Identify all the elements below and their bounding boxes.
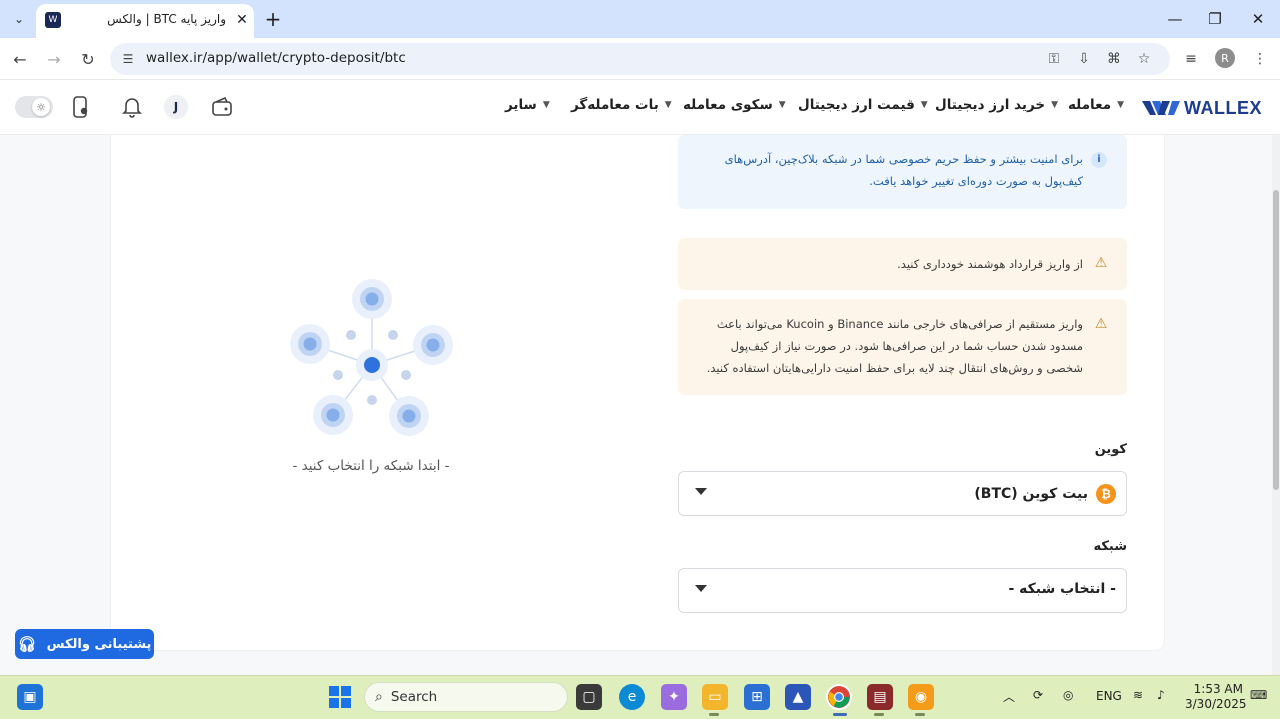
- wallex-logo[interactable]: WALLEX: [1142, 96, 1262, 120]
- clock-date: 3/30/2025: [1185, 697, 1247, 711]
- coin-select-value: ₿ بیت کوین (BTC): [974, 484, 1116, 504]
- chevron-down-icon: ▼: [542, 100, 550, 110]
- menu-trading-platform[interactable]: ▼ سکوی معامله: [683, 97, 786, 113]
- running-indicator: [709, 713, 719, 716]
- network-label: شبکه: [1093, 539, 1127, 554]
- warning-alert-smart-contract: ⚠ از واریز قرارداد هوشمند خودداری کنید.: [678, 238, 1127, 290]
- wallex-logo-text: WALLEX: [1184, 97, 1262, 118]
- menu-other[interactable]: ▼ سایر: [505, 97, 550, 113]
- chrome-icon[interactable]: [826, 684, 852, 710]
- dropdown-arrow-icon: [695, 585, 707, 592]
- notifications-icon[interactable]: ⌨: [1250, 688, 1267, 702]
- menu-buy-crypto[interactable]: ▼ خرید ارز دیجیتال: [935, 97, 1058, 113]
- widgets-icon[interactable]: ▣: [17, 684, 43, 710]
- info-icon: i: [1091, 152, 1107, 168]
- theme-toggle[interactable]: ☼: [15, 96, 53, 118]
- copilot-icon[interactable]: ✦: [661, 684, 687, 710]
- file-explorer-icon[interactable]: ▭: [702, 684, 728, 710]
- tray-chevron-up-icon[interactable]: ︿: [1003, 688, 1015, 705]
- support-button[interactable]: پشتیبانی والکس 🎧︎: [15, 629, 154, 659]
- password-key-icon[interactable]: ⚿: [1044, 49, 1064, 69]
- chevron-down-icon: ▼: [664, 100, 672, 110]
- wallex-favicon-icon: W: [45, 12, 61, 28]
- wallex-logo-mark-icon: [1142, 97, 1182, 119]
- chevron-down-icon: ▼: [920, 100, 928, 110]
- chevron-down-icon: ▼: [778, 100, 786, 110]
- chart-app-icon[interactable]: ▲: [785, 684, 811, 710]
- new-tab-icon[interactable]: +: [262, 8, 284, 30]
- tray-app-icon[interactable]: ◎: [1063, 688, 1073, 702]
- close-window-icon[interactable]: ✕: [1243, 8, 1273, 30]
- translate-icon[interactable]: ⌘: [1104, 49, 1124, 69]
- running-indicator: [874, 713, 884, 716]
- url-text[interactable]: wallex.ir/app/wallet/crypto-deposit/btc: [146, 50, 406, 66]
- forward-icon[interactable]: →: [43, 48, 65, 70]
- bitcoin-icon: ₿: [1096, 484, 1116, 504]
- tray-update-icon[interactable]: ⟳: [1033, 688, 1043, 702]
- menu-crypto-prices[interactable]: ▼ قیمت ارز دیجیتال: [798, 97, 928, 113]
- browser-toolbar: ← → ↻ ☰ wallex.ir/app/wallet/crypto-depo…: [0, 38, 1280, 80]
- site-settings-icon[interactable]: ☰: [120, 51, 136, 67]
- browser-tab[interactable]: W واریز پایه BTC | والکس ✕: [36, 4, 254, 38]
- browser-menu-icon[interactable]: ⋮: [1250, 49, 1270, 69]
- warning-text-smart-contract: از واریز قرارداد هوشمند خودداری کنید.: [897, 257, 1083, 271]
- winrar-icon[interactable]: ▤: [867, 684, 893, 710]
- reload-icon[interactable]: ↻: [77, 48, 99, 70]
- task-view-icon[interactable]: ▢: [576, 684, 602, 710]
- edge-icon[interactable]: e: [619, 684, 645, 710]
- menu-trade[interactable]: ▼ معامله: [1068, 97, 1124, 113]
- wifi-icon[interactable]: ≋: [1133, 688, 1143, 702]
- menu-trading-bot[interactable]: ▼ بات معامله‌گر: [571, 97, 672, 113]
- close-tab-icon[interactable]: ✕: [232, 10, 252, 30]
- minimize-icon[interactable]: —: [1160, 8, 1190, 30]
- store-icon[interactable]: ⊞: [744, 684, 770, 710]
- network-illustration: [285, 275, 460, 440]
- clock-time: 1:53 AM: [1193, 682, 1243, 696]
- page-scrollbar-thumb[interactable]: [1273, 190, 1279, 490]
- volume-icon[interactable]: ♪: [1157, 688, 1165, 702]
- chevron-down-icon: ▼: [1117, 100, 1125, 110]
- active-indicator: [833, 713, 847, 716]
- tab-title: واریز پایه BTC | والکس: [107, 12, 226, 26]
- network-select-value: - انتخاب شبکه -: [1008, 581, 1116, 597]
- install-app-icon[interactable]: ⇩: [1074, 49, 1094, 69]
- warning-alert-exchanges: ⚠ واریز مستقیم از صرافی‌های خارجی مانند …: [678, 299, 1127, 395]
- app-orange-icon[interactable]: ◉: [908, 684, 934, 710]
- profile-avatar[interactable]: R: [1215, 48, 1235, 68]
- language-indicator[interactable]: ENG: [1096, 689, 1122, 703]
- chevron-down-icon: ▼: [1051, 100, 1059, 110]
- running-indicator: [915, 713, 925, 716]
- warning-icon: ⚠: [1094, 316, 1108, 332]
- warning-text-exchanges: واریز مستقیم از صرافی‌های خارجی مانند Bi…: [706, 317, 1083, 375]
- coin-select[interactable]: ₿ بیت کوین (BTC): [678, 471, 1127, 516]
- sun-icon: ☼: [32, 98, 50, 116]
- wallet-icon[interactable]: [209, 94, 235, 120]
- network-select[interactable]: - انتخاب شبکه -: [678, 568, 1127, 613]
- dropdown-arrow-icon: [695, 488, 707, 495]
- user-avatar[interactable]: J: [164, 95, 188, 119]
- empty-state-text: - ابتدا شبکه را انتخاب کنید -: [292, 458, 450, 474]
- info-alert-text: برای امنیت بیشتر و حفظ حریم خصوصی شما در…: [724, 152, 1083, 188]
- bell-icon[interactable]: [119, 94, 145, 120]
- back-icon[interactable]: ←: [9, 48, 31, 70]
- tab-search-chevron-icon[interactable]: ⌄: [6, 6, 32, 32]
- start-icon[interactable]: [327, 684, 353, 710]
- taskbar-search[interactable]: ⌕ Search: [364, 682, 568, 712]
- warning-icon: ⚠: [1094, 255, 1108, 271]
- mobile-app-icon[interactable]: [67, 94, 93, 120]
- search-icon: ⌕: [375, 689, 383, 705]
- info-alert: i برای امنیت بیشتر و حفظ حریم خصوصی شما …: [678, 135, 1127, 209]
- clock[interactable]: 1:53 AM 3/30/2025: [1185, 682, 1247, 712]
- address-bar[interactable]: ☰ wallex.ir/app/wallet/crypto-deposit/bt…: [110, 43, 1170, 75]
- restore-icon[interactable]: ❐: [1200, 8, 1230, 30]
- media-controls-icon[interactable]: ≡: [1181, 49, 1201, 69]
- bookmark-star-icon[interactable]: ☆: [1134, 49, 1154, 69]
- coin-label: کوین: [1094, 442, 1127, 457]
- headset-icon: 🎧︎: [17, 635, 37, 653]
